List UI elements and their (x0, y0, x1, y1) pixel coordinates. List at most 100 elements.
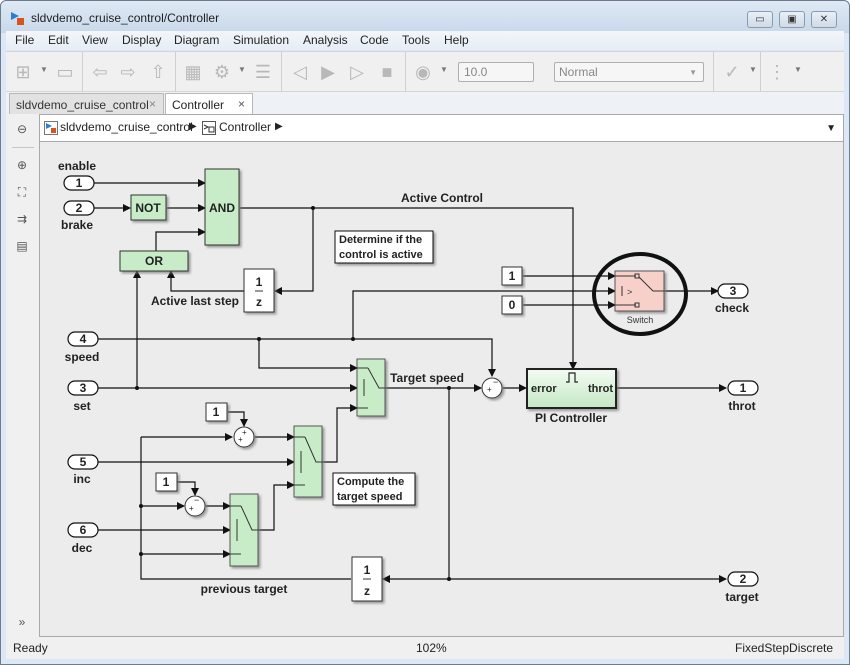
annotation-icon[interactable]: ▤ (14, 238, 30, 254)
sum-inc-block[interactable]: + + (233, 426, 255, 448)
inport-set[interactable]: 3 set (67, 380, 99, 413)
record-dropdown-caret[interactable]: ▼ (440, 65, 448, 74)
hide-browser-icon[interactable]: ⊖ (14, 121, 30, 137)
outport-check[interactable]: 3 check (715, 283, 749, 315)
route-lines-icon[interactable]: ⇉ (14, 211, 30, 227)
simulink-window: sldvdemo_cruise_control/Controller ▭ ▣ ✕… (0, 0, 850, 665)
breadcrumb-arrow-icon[interactable]: ▶ (275, 121, 283, 132)
maximize-button[interactable]: ▣ (779, 11, 805, 28)
block-label: OR (145, 254, 163, 268)
menu-display[interactable]: Display (122, 33, 161, 47)
build-icon[interactable]: ⋮ (766, 61, 788, 83)
save-icon[interactable]: ▭ (54, 61, 76, 83)
library-browser-icon[interactable]: ▦ (182, 61, 204, 83)
tab-label: Controller (172, 98, 225, 112)
menu-analysis[interactable]: Analysis (303, 33, 348, 47)
toolbar-separator (760, 52, 761, 92)
palette-separator (12, 147, 34, 148)
settings-gear-icon[interactable]: ⚙ (211, 61, 233, 83)
dec-constant-block[interactable]: 1 (155, 472, 178, 492)
inport-number: 6 (80, 523, 87, 537)
inport-number: 2 (76, 201, 83, 215)
outport-target[interactable]: 2 target (725, 571, 759, 604)
outport-number: 2 (740, 572, 747, 586)
not-block[interactable]: NOT (130, 194, 167, 221)
diagram-canvas[interactable]: 1 enable 2 brake 4 speed 3 set 5 inc 6 d… (39, 142, 844, 637)
inport-number: 4 (80, 332, 87, 346)
menu-view[interactable]: View (82, 33, 108, 47)
target-speed-switch[interactable] (356, 358, 386, 417)
forward-icon[interactable]: ⇨ (117, 61, 139, 83)
outport-throt[interactable]: 1 throt (727, 380, 759, 413)
check-dropdown-caret[interactable]: ▼ (749, 65, 757, 74)
tab-controller[interactable]: Controller × (165, 93, 253, 114)
unit-delay-previous-target[interactable]: 1 z (351, 556, 383, 602)
signal-label-active-last-step: Active last step (151, 294, 239, 308)
subsystem-icon (202, 121, 216, 135)
simulation-mode-select[interactable]: Normal ▼ (554, 62, 704, 82)
pi-input-port: error (531, 383, 557, 395)
inport-dec[interactable]: 6 dec (67, 522, 99, 555)
pi-controller-label: PI Controller (535, 411, 607, 425)
inport-brake[interactable]: 2 brake (61, 200, 95, 232)
new-model-icon[interactable]: ⊞ (12, 61, 34, 83)
block-label: NOT (135, 201, 161, 215)
menu-bar: File Edit View Display Diagram Simulatio… (6, 31, 844, 50)
menu-diagram[interactable]: Diagram (174, 33, 219, 47)
menu-help[interactable]: Help (444, 33, 469, 47)
record-icon[interactable]: ◉ (412, 61, 434, 83)
settings-dropdown-caret[interactable]: ▼ (238, 65, 246, 74)
breadcrumb-item-controller[interactable]: Controller (219, 120, 271, 134)
annotation-determine-active[interactable]: Determine if the control is active (334, 230, 434, 264)
up-icon[interactable]: ⇧ (147, 61, 169, 83)
fit-view-icon[interactable]: ⛶ (14, 184, 30, 200)
model-explorer-icon[interactable]: ☰ (252, 61, 274, 83)
build-dropdown-caret[interactable]: ▼ (794, 65, 802, 74)
pi-controller-block[interactable]: error throt PI Controller (526, 368, 617, 425)
dec-switch[interactable] (229, 493, 259, 567)
constant-1-block[interactable]: 1 (501, 266, 523, 286)
menu-code[interactable]: Code (360, 33, 389, 47)
stop-icon[interactable]: ■ (376, 61, 398, 83)
unit-delay-active[interactable]: 1 z (243, 268, 275, 313)
sum-dec-block[interactable]: + − (184, 495, 206, 517)
menu-edit[interactable]: Edit (48, 33, 69, 47)
toolbar-separator (713, 52, 714, 92)
new-dropdown-caret[interactable]: ▼ (40, 65, 48, 74)
step-forward-icon[interactable]: ▷ (346, 61, 368, 83)
breadcrumb-dropdown-icon[interactable]: ▼ (826, 123, 836, 134)
menu-tools[interactable]: Tools (402, 33, 430, 47)
breadcrumb-item-model[interactable]: sldvdemo_cruise_control (60, 120, 193, 134)
sum-error-block[interactable]: + − (481, 377, 503, 399)
run-icon[interactable]: ▶ (317, 61, 339, 83)
tab-sldvdemo-cruise-control[interactable]: sldvdemo_cruise_control × (9, 93, 164, 114)
and-block[interactable]: AND (204, 168, 240, 246)
or-block[interactable]: OR (119, 250, 189, 272)
outport-number: 1 (740, 381, 747, 395)
minimize-button[interactable]: ▭ (747, 11, 773, 28)
breadcrumb-arrow-icon[interactable]: ▶ (189, 121, 197, 132)
close-tab-icon[interactable]: × (149, 97, 156, 111)
step-back-icon[interactable]: ◁ (289, 61, 311, 83)
menu-file[interactable]: File (15, 33, 34, 47)
menu-simulation[interactable]: Simulation (233, 33, 289, 47)
solver-name: FixedStepDiscrete (735, 641, 834, 655)
stop-time-input[interactable]: 10.0 (458, 62, 534, 82)
inc-switch[interactable] (293, 425, 323, 498)
inc-constant-block[interactable]: 1 (205, 402, 228, 422)
inport-speed[interactable]: 4 speed (65, 331, 100, 364)
check-icon[interactable]: ✓ (721, 61, 743, 83)
toolbar-separator (405, 52, 406, 92)
expand-palette-icon[interactable]: » (14, 614, 30, 630)
annotation-compute-target[interactable]: Compute the target speed (332, 472, 416, 506)
switch-label: Switch (627, 315, 654, 325)
signal-label-target-speed: Target speed (390, 371, 464, 385)
inport-enable[interactable]: 1 enable (58, 159, 96, 191)
constant-0-block[interactable]: 0 (501, 295, 523, 315)
back-icon[interactable]: ⇦ (89, 61, 111, 83)
zoom-icon[interactable]: ⊕ (14, 157, 30, 173)
close-window-button[interactable]: ✕ (811, 11, 837, 28)
inport-inc[interactable]: 5 inc (67, 454, 99, 486)
switch-block[interactable]: > Switch (592, 252, 688, 336)
close-tab-icon[interactable]: × (238, 97, 245, 111)
